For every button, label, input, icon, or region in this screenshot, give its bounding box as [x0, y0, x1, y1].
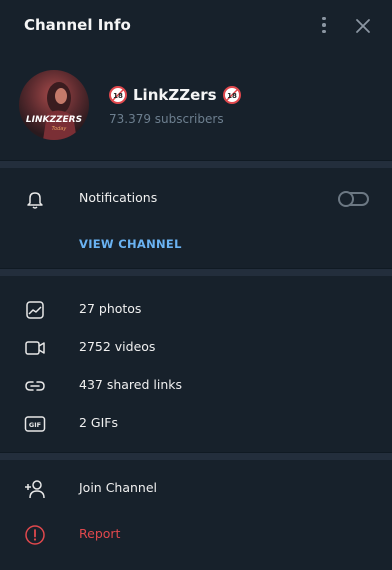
- notifications-row[interactable]: Notifications: [0, 179, 392, 217]
- section-divider: [0, 452, 392, 460]
- age-restricted-icon: 18: [109, 86, 127, 104]
- gifs-row[interactable]: GIF 2 GIFs: [0, 404, 392, 442]
- panel-title: Channel Info: [24, 16, 131, 34]
- svg-text:LINKZZERS: LINKZZERS: [26, 115, 82, 125]
- channel-name: LinkZZers: [133, 86, 217, 104]
- photos-label: 27 photos: [79, 301, 142, 316]
- report-icon: [25, 525, 45, 545]
- age-restricted-icon: 18: [222, 86, 241, 104]
- report-label: Report: [79, 526, 121, 541]
- svg-text:18: 18: [113, 92, 123, 100]
- videos-row[interactable]: 2752 videos: [0, 328, 392, 366]
- view-channel-button[interactable]: VIEW CHANNEL: [79, 237, 182, 251]
- channel-avatar[interactable]: LINKZZERS Today: [19, 70, 89, 140]
- gif-icon: GIF: [24, 416, 46, 432]
- video-icon: [25, 341, 45, 355]
- subscriber-count: 73.379 subscribers: [109, 112, 224, 126]
- photos-row[interactable]: 27 photos: [0, 290, 392, 328]
- videos-label: 2752 videos: [79, 339, 156, 354]
- section-divider: [0, 160, 392, 168]
- join-channel-label: Join Channel: [79, 480, 158, 495]
- links-row[interactable]: 437 shared links: [0, 366, 392, 404]
- notifications-label: Notifications: [79, 190, 158, 205]
- panel-header: Channel Info: [0, 0, 392, 52]
- svg-text:Today: Today: [52, 126, 68, 132]
- links-label: 437 shared links: [79, 377, 183, 392]
- add-user-icon: [25, 480, 45, 499]
- more-options-icon[interactable]: [314, 14, 334, 36]
- gifs-label: 2 GIFs: [79, 415, 119, 430]
- svg-text:GIF: GIF: [29, 421, 41, 429]
- svg-text:18: 18: [227, 92, 237, 100]
- join-channel-row[interactable]: Join Channel: [0, 469, 392, 507]
- close-icon[interactable]: [352, 15, 374, 37]
- report-row[interactable]: Report: [0, 515, 392, 553]
- photo-icon: [26, 301, 44, 319]
- section-divider: [0, 268, 392, 276]
- bell-icon: [27, 192, 43, 209]
- channel-profile: LINKZZERS Today 18 LinkZZers 18 73.379 s…: [0, 52, 392, 160]
- notifications-toggle[interactable]: [338, 191, 369, 207]
- link-icon: [25, 381, 45, 391]
